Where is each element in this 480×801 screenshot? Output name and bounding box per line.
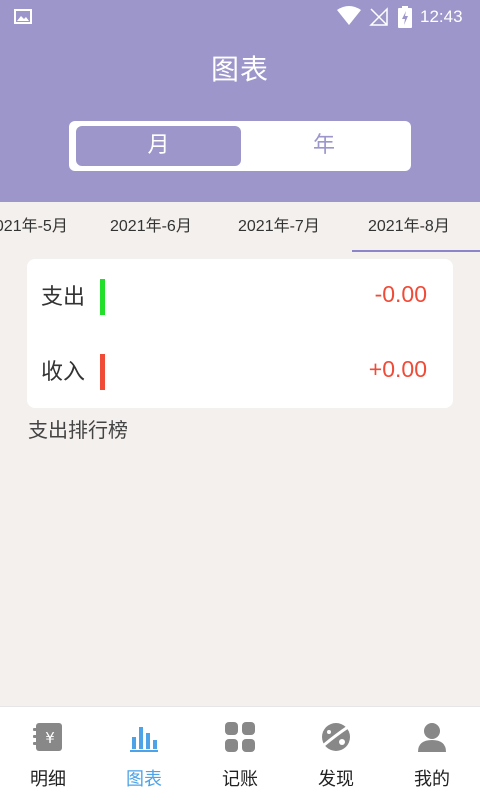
- income-label: 收入: [41, 360, 86, 385]
- nav-profile[interactable]: 我的: [384, 707, 480, 801]
- planet-icon: [322, 723, 350, 751]
- svg-text:¥: ¥: [45, 729, 55, 747]
- nav-discover[interactable]: 发现: [288, 707, 384, 801]
- tab-2021-06[interactable]: 2021年-6月: [110, 202, 192, 252]
- income-indicator: [100, 354, 105, 390]
- nav-profile-label: 我的: [414, 769, 450, 790]
- income-row: 收入 +0.00: [27, 336, 453, 406]
- bottom-nav: ¥ 明细 图表 记账 发现 我的: [0, 706, 480, 801]
- nav-details[interactable]: ¥ 明细: [0, 707, 96, 801]
- tab-2021-07[interactable]: 2021年-7月: [238, 202, 320, 252]
- nav-charts-label: 图表: [126, 769, 162, 790]
- tab-2021-05[interactable]: 2021年-5月: [0, 202, 68, 252]
- status-bar: 12:43: [0, 0, 480, 34]
- expense-label: 支出: [41, 285, 86, 310]
- signal-off-icon: [369, 7, 388, 26]
- nav-bookkeeping-label: 记账: [222, 769, 258, 790]
- expense-row: 支出 -0.00: [27, 261, 453, 331]
- toggle-month[interactable]: 月: [76, 126, 241, 166]
- income-amount: +0.00: [368, 356, 427, 382]
- nav-charts[interactable]: 图表: [96, 707, 192, 801]
- toggle-year[interactable]: 年: [244, 126, 404, 166]
- period-toggle: 月 年: [69, 121, 411, 171]
- clock: 12:43: [420, 7, 463, 26]
- month-tabs: 2021年-5月 2021年-6月 2021年-7月 2021年-8月: [0, 202, 480, 252]
- expense-amount: -0.00: [374, 281, 427, 307]
- user-icon: [418, 723, 446, 752]
- bar-chart-icon: [130, 727, 158, 752]
- header: 12:43 图表 月 年: [0, 0, 480, 202]
- summary-card: 支出 -0.00 收入 +0.00: [27, 259, 453, 408]
- expense-ranking-title: 支出排行榜: [28, 418, 128, 442]
- expense-indicator: [100, 279, 105, 315]
- image-notification-icon: [14, 9, 32, 24]
- page-title: 图表: [210, 53, 269, 86]
- nav-discover-label: 发现: [318, 769, 354, 790]
- nav-details-label: 明细: [30, 769, 66, 790]
- nav-bookkeeping[interactable]: 记账: [192, 707, 288, 801]
- tab-2021-08[interactable]: 2021年-8月: [352, 202, 480, 252]
- wifi-icon: [337, 6, 361, 25]
- ledger-icon: ¥: [33, 723, 62, 751]
- grid-icon: [225, 722, 255, 752]
- battery-charging-icon: [398, 6, 412, 28]
